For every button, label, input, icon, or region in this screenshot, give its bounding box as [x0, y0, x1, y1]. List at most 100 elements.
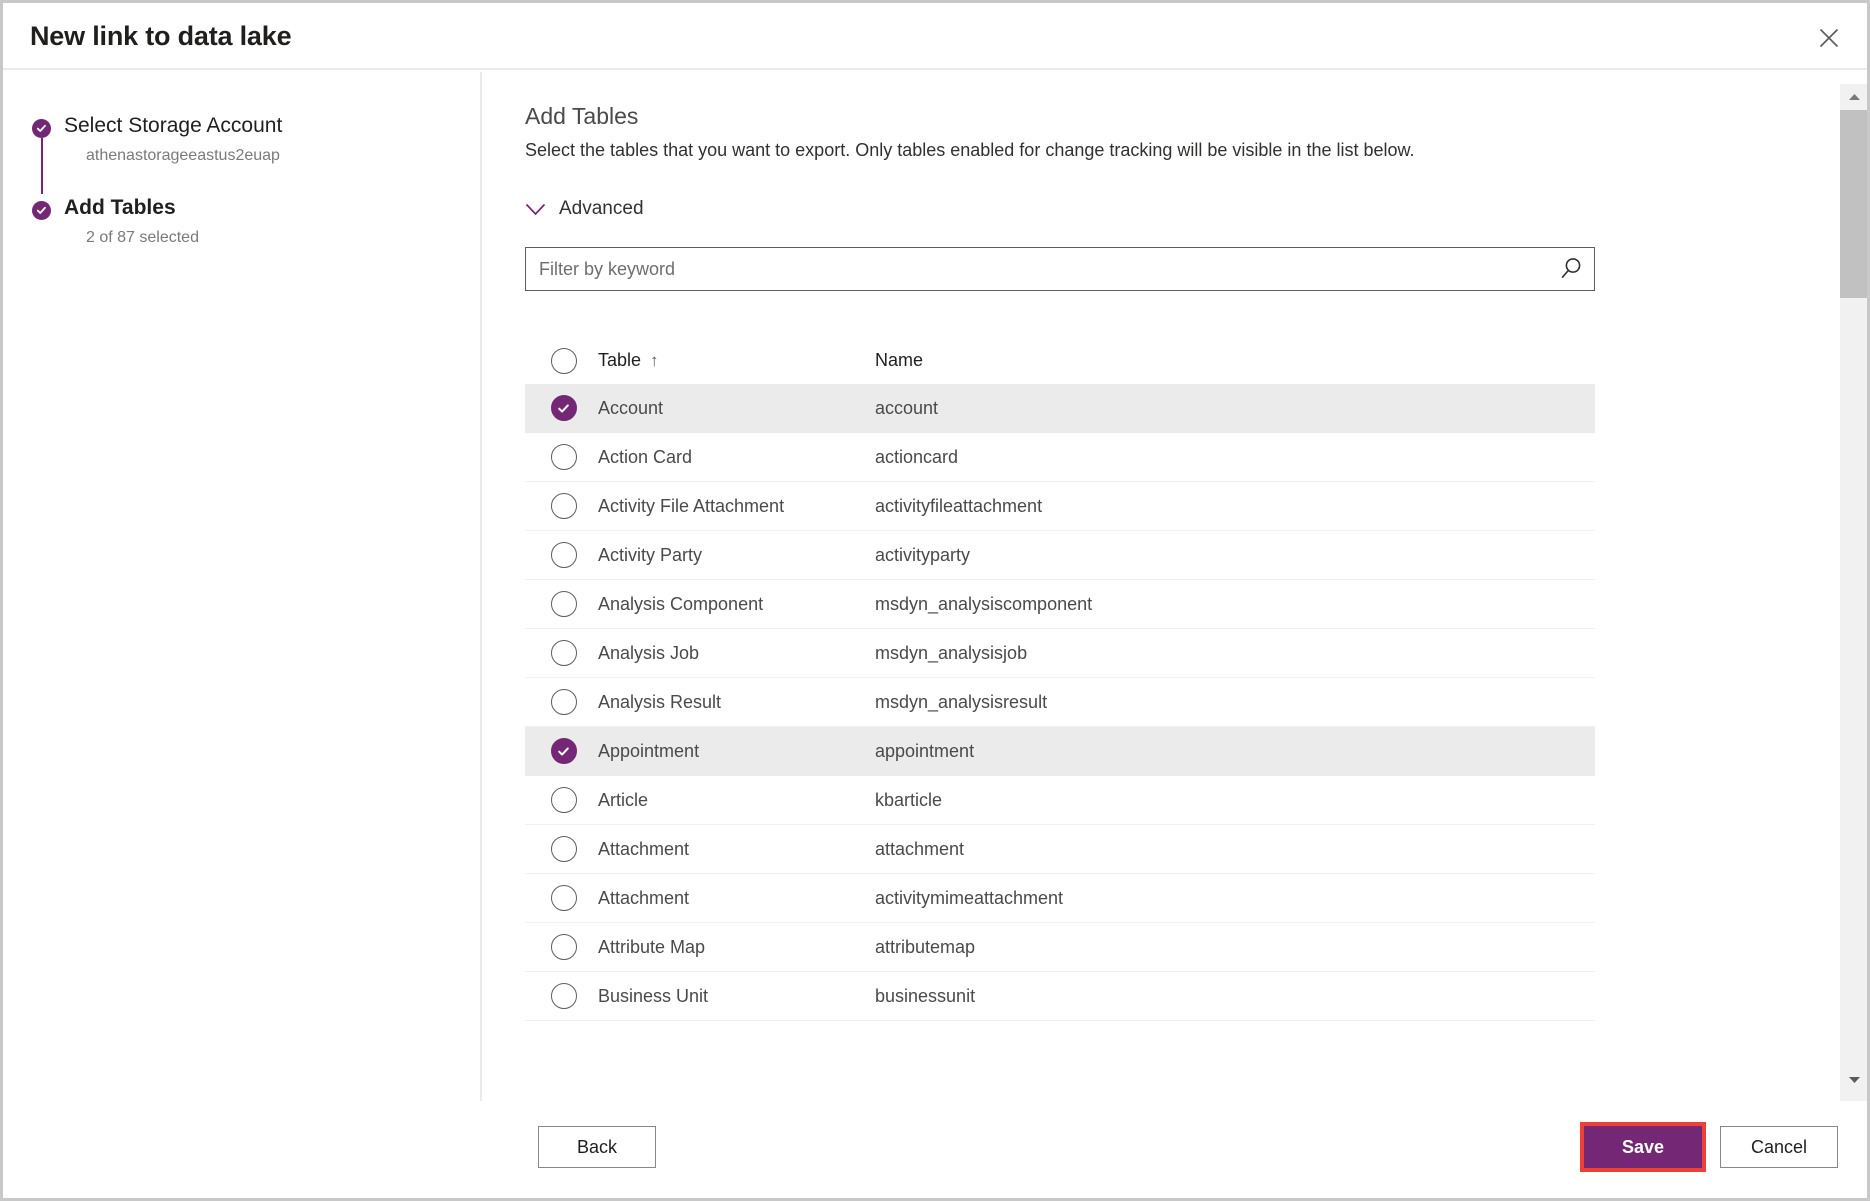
- cell-table: Attachment: [598, 888, 875, 909]
- row-checkbox-cell[interactable]: [525, 640, 598, 666]
- table-row[interactable]: Analysis Resultmsdyn_analysisresult: [525, 678, 1595, 727]
- column-header-name[interactable]: Name: [875, 350, 1595, 371]
- table-row[interactable]: Attribute Mapattributemap: [525, 923, 1595, 972]
- row-checkbox[interactable]: [551, 640, 577, 666]
- cell-table: Account: [598, 398, 875, 419]
- cell-name: appointment: [875, 741, 1595, 762]
- row-checkbox[interactable]: [551, 787, 577, 813]
- close-icon: [1818, 27, 1840, 49]
- cancel-button[interactable]: Cancel: [1720, 1126, 1838, 1168]
- column-header-name-label: Name: [875, 350, 923, 370]
- row-checkbox-cell[interactable]: [525, 934, 598, 960]
- cell-name: kbarticle: [875, 790, 1595, 811]
- cell-table: Analysis Result: [598, 692, 875, 713]
- cell-name: attachment: [875, 839, 1595, 860]
- column-header-table[interactable]: Table↑: [598, 350, 875, 371]
- select-all-checkbox-cell[interactable]: [525, 348, 598, 374]
- check-circle-icon: [32, 119, 51, 138]
- table-row[interactable]: Articlekbarticle: [525, 776, 1595, 825]
- scrollbar-track-top-spacer: [1840, 72, 1867, 84]
- row-checkbox[interactable]: [551, 689, 577, 715]
- filter-box: [525, 247, 1595, 291]
- table-row[interactable]: Action Cardactioncard: [525, 433, 1595, 482]
- check-circle-icon: [32, 201, 51, 220]
- row-checkbox[interactable]: [551, 444, 577, 470]
- table-row[interactable]: Appointmentappointment: [525, 727, 1595, 776]
- save-button[interactable]: Save: [1584, 1126, 1702, 1168]
- cell-name: activityfileattachment: [875, 496, 1595, 517]
- cell-table: Analysis Component: [598, 594, 875, 615]
- cell-table: Attribute Map: [598, 937, 875, 958]
- table-row[interactable]: Analysis Jobmsdyn_analysisjob: [525, 629, 1595, 678]
- cell-name: attributemap: [875, 937, 1595, 958]
- row-checkbox-cell[interactable]: [525, 493, 598, 519]
- table-row[interactable]: Attachmentactivitymimeattachment: [525, 874, 1595, 923]
- wizard-step-label: Add Tables: [64, 195, 452, 222]
- close-button[interactable]: [1809, 20, 1849, 56]
- row-checkbox-cell[interactable]: [525, 738, 598, 764]
- back-button[interactable]: Back: [538, 1126, 656, 1168]
- table-row[interactable]: Activity File Attachmentactivityfileatta…: [525, 482, 1595, 531]
- wizard-step-connector: [41, 138, 43, 194]
- content-scrollbar[interactable]: [1839, 72, 1867, 1101]
- row-checkbox[interactable]: [551, 983, 577, 1009]
- table-row[interactable]: Attachmentattachment: [525, 825, 1595, 874]
- wizard-step-spacer: [32, 167, 452, 195]
- row-checkbox-cell[interactable]: [525, 983, 598, 1009]
- chevron-down-icon: [525, 203, 546, 216]
- search-input[interactable]: [526, 248, 1548, 290]
- cell-name: activityparty: [875, 545, 1595, 566]
- cell-name: businessunit: [875, 986, 1595, 1007]
- wizard-step-sublabel: athenastorageeastus2euap: [64, 146, 452, 167]
- row-checkbox-cell[interactable]: [525, 542, 598, 568]
- table-row[interactable]: Activity Partyactivityparty: [525, 531, 1595, 580]
- cell-table: Attachment: [598, 839, 875, 860]
- table-row[interactable]: Analysis Componentmsdyn_analysiscomponen…: [525, 580, 1595, 629]
- cell-table: Appointment: [598, 741, 875, 762]
- row-checkbox-cell[interactable]: [525, 689, 598, 715]
- cell-table: Business Unit: [598, 986, 875, 1007]
- cell-name: actioncard: [875, 447, 1595, 468]
- new-link-to-data-lake-dialog: New link to data lake Select Storage Acc…: [0, 0, 1870, 1201]
- row-checkbox[interactable]: [551, 591, 577, 617]
- cell-table: Activity File Attachment: [598, 496, 875, 517]
- scroll-down-arrow-icon[interactable]: [1840, 1067, 1867, 1093]
- wizard-step-label: Select Storage Account: [64, 113, 452, 140]
- dialog-title: New link to data lake: [30, 21, 291, 52]
- cell-name: msdyn_analysisresult: [875, 692, 1595, 713]
- row-checkbox[interactable]: [551, 934, 577, 960]
- search-icon[interactable]: [1548, 248, 1594, 290]
- main-content-panel: Add Tables Select the tables that you wa…: [484, 72, 1867, 1101]
- section-title: Add Tables: [525, 103, 638, 130]
- row-checkbox-cell[interactable]: [525, 444, 598, 470]
- tables-list: Table↑ Name AccountaccountAction Cardact…: [525, 337, 1595, 1021]
- cell-name: account: [875, 398, 1595, 419]
- row-checkbox-cell[interactable]: [525, 787, 598, 813]
- row-checkbox[interactable]: [551, 493, 577, 519]
- table-row[interactable]: Business Unitbusinessunit: [525, 972, 1595, 1021]
- advanced-toggle[interactable]: Advanced: [525, 198, 644, 220]
- scrollbar-thumb[interactable]: [1840, 110, 1867, 298]
- row-checkbox-cell[interactable]: [525, 836, 598, 862]
- column-header-table-label: Table: [598, 350, 641, 370]
- advanced-label: Advanced: [559, 198, 644, 220]
- cell-table: Activity Party: [598, 545, 875, 566]
- scroll-up-arrow-icon[interactable]: [1840, 84, 1867, 110]
- row-checkbox-cell[interactable]: [525, 591, 598, 617]
- select-all-checkbox[interactable]: [551, 348, 577, 374]
- table-row[interactable]: Accountaccount: [525, 384, 1595, 433]
- row-checkbox[interactable]: [551, 395, 577, 421]
- row-checkbox[interactable]: [551, 885, 577, 911]
- row-checkbox[interactable]: [551, 836, 577, 862]
- section-description: Select the tables that you want to expor…: [525, 138, 1415, 163]
- row-checkbox[interactable]: [551, 738, 577, 764]
- dialog-titlebar: New link to data lake: [3, 3, 1867, 70]
- wizard-steps: Select Storage Account athenastorageeast…: [32, 113, 452, 248]
- row-checkbox-cell[interactable]: [525, 885, 598, 911]
- row-checkbox[interactable]: [551, 542, 577, 568]
- row-checkbox-cell[interactable]: [525, 395, 598, 421]
- cell-table: Action Card: [598, 447, 875, 468]
- wizard-step-select-storage-account[interactable]: Select Storage Account athenastorageeast…: [32, 113, 452, 167]
- wizard-sidebar: Select Storage Account athenastorageeast…: [3, 72, 482, 1101]
- wizard-step-add-tables[interactable]: Add Tables 2 of 87 selected: [32, 195, 452, 249]
